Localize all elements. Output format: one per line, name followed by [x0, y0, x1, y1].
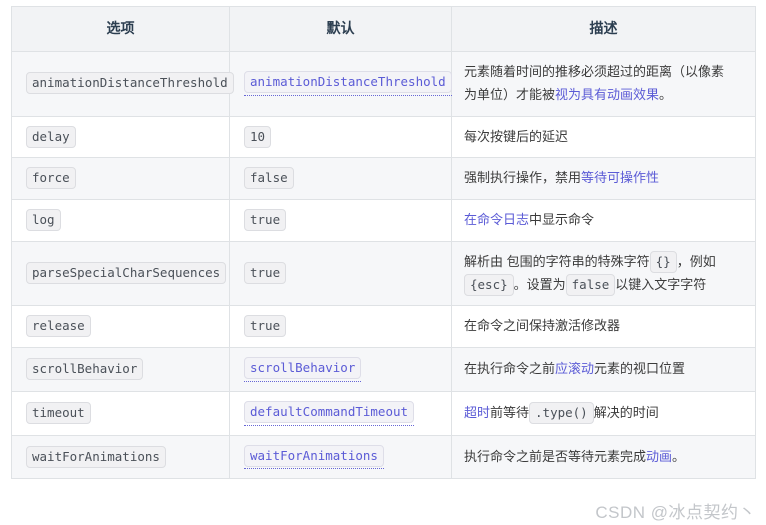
option-code: parseSpecialCharSequences [26, 262, 227, 285]
desc-text: 。 [659, 86, 673, 102]
desc-link[interactable]: 在命令日志 [464, 212, 529, 227]
table-row: parseSpecialCharSequences true 解析由 包围的字符… [11, 240, 756, 307]
default-code: true [244, 315, 287, 338]
desc-text: 解决的时间 [593, 404, 659, 420]
cell-default: true [229, 240, 452, 307]
cell-description: 元素随着时间的推移必须超过的距离（以像素 为单位）才能被视为具有动画效果。 [451, 51, 756, 117]
desc-text: 元素的视口位置 [594, 361, 686, 376]
inline-code-braces: {} [649, 250, 677, 273]
cell-description: 每次按键后的延迟 [451, 115, 756, 159]
options-table-document: 选项 默认 描述 animationDistanceThreshold anim… [0, 0, 766, 525]
desc-line: {esc} 。设置为 false 以键入文字字符 [464, 273, 743, 297]
default-link[interactable]: scrollBehavior [244, 357, 362, 382]
column-header-default: 默认 [229, 6, 452, 52]
desc-link[interactable]: 应滚动 [555, 361, 594, 376]
table-body: animationDistanceThreshold animationDist… [11, 51, 756, 480]
default-code: waitForAnimations [244, 444, 384, 467]
cell-description: 在命令之间保持激活修改器 [451, 305, 756, 348]
cell-description: 在命令日志中显示命令 [451, 199, 756, 242]
desc-line: 解析由 包围的字符串的特殊字符{} ，例如 [464, 250, 743, 274]
table-header: 选项 默认 描述 [11, 6, 756, 52]
inline-code-type: .type() [529, 401, 594, 424]
desc-line: 为单位）才能被视为具有动画效果。 [464, 84, 743, 107]
desc-text: 前等待 [490, 404, 530, 420]
default-code: 10 [244, 125, 272, 148]
cell-default: waitForAnimations [229, 434, 452, 480]
table-header-row: 选项 默认 描述 [11, 6, 756, 52]
option-code: log [26, 209, 61, 231]
desc-text: 每次按键后的延迟 [464, 128, 569, 144]
cell-description: 执行命令之前是否等待元素完成动画。 [451, 434, 756, 480]
type-options-table: 选项 默认 描述 animationDistanceThreshold anim… [11, 6, 756, 480]
default-link[interactable]: waitForAnimations [244, 444, 384, 470]
csdn-watermark: CSDN @冰点契约丶 [595, 503, 756, 522]
cell-option: log [11, 199, 230, 242]
desc-link[interactable]: 视为具有动画效果 [555, 87, 659, 102]
desc-text: 。 [672, 448, 686, 464]
cell-option: release [11, 305, 230, 348]
default-code: true [244, 209, 287, 231]
desc-text: 为单位）才能被 [464, 86, 556, 102]
cell-default: defaultCommandTimeout [229, 390, 452, 436]
option-code: delay [26, 125, 76, 148]
default-link[interactable]: defaultCommandTimeout [244, 400, 415, 426]
desc-text: ，例如 [676, 253, 716, 269]
cell-option: scrollBehavior [11, 347, 230, 392]
desc-link[interactable]: 超时 [464, 405, 490, 420]
option-code: scrollBehavior [26, 358, 144, 380]
table-row: waitForAnimations waitForAnimations 执行命令… [11, 434, 756, 480]
desc-link[interactable]: 动画 [646, 449, 672, 464]
cell-default: scrollBehavior [229, 347, 452, 392]
desc-text: 。设置为 [513, 276, 566, 292]
cell-description: 超时前等待 .type() 解决的时间 [451, 390, 756, 436]
desc-text: 在命令之间保持激活修改器 [464, 318, 621, 334]
cell-default: false [229, 157, 452, 200]
cell-default: 10 [229, 115, 452, 159]
desc-text: 执行命令之前是否等待元素完成 [464, 448, 647, 464]
cell-description: 在执行命令之前应滚动元素的视口位置 [451, 347, 756, 392]
table-row: scrollBehavior scrollBehavior 在执行命令之前应滚动… [11, 347, 756, 392]
cell-default: animationDistanceThreshold [229, 51, 452, 117]
cell-option: parseSpecialCharSequences [11, 240, 230, 307]
inline-code-false: false [565, 273, 616, 296]
default-code: true [244, 262, 287, 285]
desc-text: 解析由 包围的字符串的特殊字符 [464, 253, 650, 269]
table-row: timeout defaultCommandTimeout 超时前等待 .type… [11, 390, 756, 436]
desc-text: 以键入文字字符 [615, 276, 707, 292]
cell-description: 强制执行操作，禁用等待可操作性 [451, 157, 756, 200]
option-code: timeout [26, 401, 91, 424]
default-code: defaultCommandTimeout [244, 400, 415, 423]
desc-text: 在执行命令之前 [464, 361, 556, 376]
default-code: false [244, 167, 294, 190]
default-code: scrollBehavior [244, 357, 362, 379]
option-code: animationDistanceThreshold [26, 72, 234, 95]
desc-text: 强制执行操作，禁用 [464, 170, 582, 186]
cell-default: true [229, 305, 452, 348]
desc-line: 元素随着时间的推移必须超过的距离（以像素 [464, 64, 725, 79]
default-link[interactable]: animationDistanceThreshold [244, 71, 452, 97]
option-code: force [26, 167, 76, 190]
default-code: animationDistanceThreshold [244, 71, 452, 94]
inline-code-esc: {esc} [464, 273, 514, 296]
option-code: release [26, 315, 91, 338]
table-row: log true 在命令日志中显示命令 [11, 199, 756, 242]
table-row: release true 在命令之间保持激活修改器 [11, 305, 756, 348]
table-row: force false 强制执行操作，禁用等待可操作性 [11, 157, 756, 200]
cell-option: force [11, 157, 230, 200]
desc-link[interactable]: 等待可操作性 [581, 170, 659, 185]
cell-option: delay [11, 115, 230, 159]
option-code: waitForAnimations [26, 445, 166, 468]
cell-default: true [229, 199, 452, 242]
desc-text: 中显示命令 [529, 212, 595, 227]
cell-option: timeout [11, 390, 230, 436]
column-header-desc: 描述 [451, 6, 756, 52]
cell-option: waitForAnimations [11, 434, 230, 480]
table-row: delay 10 每次按键后的延迟 [11, 115, 756, 159]
table-row: animationDistanceThreshold animationDist… [11, 51, 756, 117]
cell-description: 解析由 包围的字符串的特殊字符{} ，例如 {esc} 。设置为 false 以键入文字… [451, 240, 756, 307]
column-header-option: 选项 [11, 6, 230, 52]
cell-option: animationDistanceThreshold [11, 51, 234, 117]
